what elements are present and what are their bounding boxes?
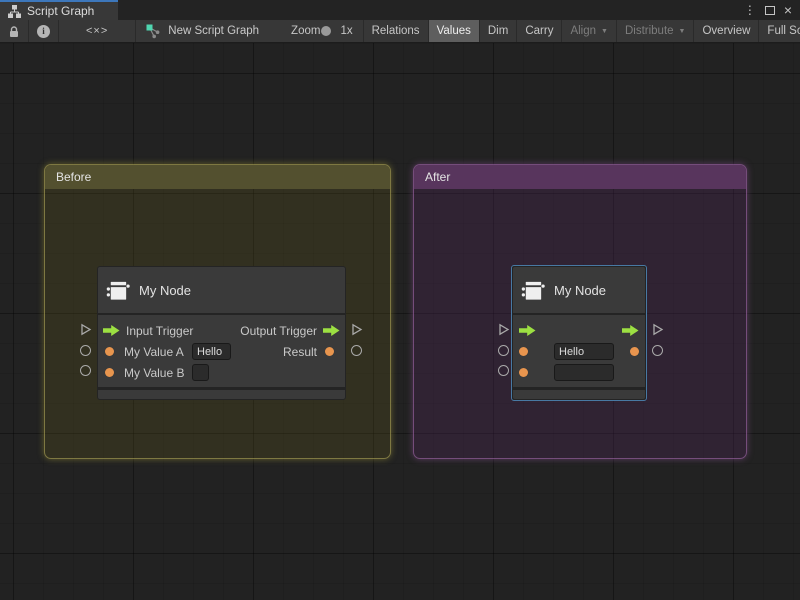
lock-icon xyxy=(8,25,20,38)
distribute-label: Distribute xyxy=(625,25,674,37)
zoom-slider-handle[interactable] xyxy=(321,26,331,36)
result-output-port[interactable] xyxy=(630,347,639,356)
tab-bar: Script Graph ⋮ × xyxy=(0,0,800,20)
node-before-body: Input Trigger Output Trigger My Value A … xyxy=(98,315,345,387)
node-after-body xyxy=(513,315,645,387)
zoom-label: Zoom xyxy=(291,25,320,37)
window-controls: ⋮ × xyxy=(744,0,800,20)
graph-name-label: New Script Graph xyxy=(145,23,259,39)
values-toggle[interactable]: Values xyxy=(429,20,480,42)
values-label: Values xyxy=(437,25,471,37)
group-after-header[interactable]: After xyxy=(414,165,746,189)
group-after-title: After xyxy=(425,170,450,184)
value-b-input-port[interactable] xyxy=(519,368,528,377)
node-before-footer xyxy=(98,390,345,399)
value-a-input-port[interactable] xyxy=(519,347,528,356)
result-label: Result xyxy=(283,345,317,359)
chevron-down-icon: ▼ xyxy=(601,28,608,35)
relations-toggle[interactable]: Relations xyxy=(364,20,429,42)
overview-label: Overview xyxy=(702,25,750,37)
node-title: My Node xyxy=(139,283,191,298)
external-value-port[interactable] xyxy=(80,365,91,376)
tab-title: Script Graph xyxy=(27,4,94,18)
value-b-row: My Value B xyxy=(98,362,345,383)
input-trigger-label: Input Trigger xyxy=(126,324,193,338)
result-output-port[interactable] xyxy=(325,347,334,356)
group-before-title: Before xyxy=(56,170,91,184)
external-value-port[interactable] xyxy=(498,365,509,376)
window-close-button[interactable]: × xyxy=(784,3,792,17)
external-value-port[interactable] xyxy=(351,345,362,356)
align-label: Align xyxy=(570,25,596,37)
value-a-row xyxy=(513,341,645,362)
input-trigger-port[interactable] xyxy=(103,325,120,336)
code-preview-button[interactable]: <×> xyxy=(59,20,136,42)
trigger-row xyxy=(513,320,645,341)
trigger-row: Input Trigger Output Trigger xyxy=(98,320,345,341)
relations-label: Relations xyxy=(372,25,420,37)
external-value-port[interactable] xyxy=(652,345,663,356)
graph-name-text: New Script Graph xyxy=(168,25,259,37)
code-icon: <×> xyxy=(86,25,108,37)
node-title: My Node xyxy=(554,283,606,298)
dim-label: Dim xyxy=(488,25,508,37)
output-trigger-port[interactable] xyxy=(323,325,340,336)
unit-node-icon xyxy=(105,278,130,303)
distribute-dropdown[interactable]: Distribute ▼ xyxy=(617,20,695,42)
script-graph-window: Script Graph ⋮ × i <×> xyxy=(0,0,800,600)
value-b-field[interactable] xyxy=(192,364,209,381)
fullscreen-label: Full Screen xyxy=(767,25,800,37)
chevron-down-icon: ▼ xyxy=(679,28,686,35)
value-b-row xyxy=(513,362,645,383)
value-a-field[interactable] xyxy=(192,343,231,360)
info-button[interactable]: i xyxy=(29,20,59,42)
value-b-label: My Value B xyxy=(124,366,187,380)
value-a-label: My Value A xyxy=(124,345,187,359)
graph-canvas[interactable]: Before After My Node xyxy=(0,43,800,600)
node-after-header[interactable]: My Node xyxy=(513,267,645,313)
value-a-row: My Value A Result xyxy=(98,341,345,362)
value-b-field[interactable] xyxy=(554,364,614,381)
external-trigger-port[interactable] xyxy=(651,323,664,336)
node-after-footer xyxy=(513,390,645,399)
value-b-input-port[interactable] xyxy=(105,368,114,377)
value-a-input-port[interactable] xyxy=(105,347,114,356)
carry-label: Carry xyxy=(525,25,553,37)
tab-script-graph[interactable]: Script Graph xyxy=(0,0,118,20)
external-trigger-port[interactable] xyxy=(350,323,363,336)
external-value-port[interactable] xyxy=(498,345,509,356)
toolbar-toggle-group: Relations Values Dim Carry Align ▼ Distr… xyxy=(363,20,800,42)
group-before-header[interactable]: Before xyxy=(45,165,390,189)
graph-hierarchy-icon xyxy=(8,5,21,18)
lock-button[interactable] xyxy=(0,20,29,42)
overview-button[interactable]: Overview xyxy=(694,20,759,42)
graph-toolbar: i <×> New Script Graph Zoom 1x Relations… xyxy=(0,20,800,43)
external-trigger-port[interactable] xyxy=(79,323,92,336)
align-dropdown[interactable]: Align ▼ xyxy=(562,20,617,42)
unit-node-icon xyxy=(520,278,545,303)
input-trigger-port[interactable] xyxy=(519,325,536,336)
script-graph-asset-icon xyxy=(145,23,161,39)
output-trigger-label: Output Trigger xyxy=(240,324,317,338)
output-trigger-port[interactable] xyxy=(622,325,639,336)
node-before-header[interactable]: My Node xyxy=(98,267,345,313)
node-my-node-after[interactable]: My Node xyxy=(511,265,647,401)
node-my-node-before[interactable]: My Node Input Trigger Output Trigger xyxy=(97,266,346,400)
value-a-field[interactable] xyxy=(554,343,614,360)
zoom-value: 1x xyxy=(340,25,352,37)
fullscreen-button[interactable]: Full Screen xyxy=(759,20,800,42)
external-trigger-port[interactable] xyxy=(497,323,510,336)
carry-toggle[interactable]: Carry xyxy=(517,20,562,42)
info-icon: i xyxy=(37,25,50,38)
dim-toggle[interactable]: Dim xyxy=(480,20,517,42)
window-maximize-button[interactable] xyxy=(765,6,775,15)
external-value-port[interactable] xyxy=(80,345,91,356)
window-menu-button[interactable]: ⋮ xyxy=(744,4,756,16)
